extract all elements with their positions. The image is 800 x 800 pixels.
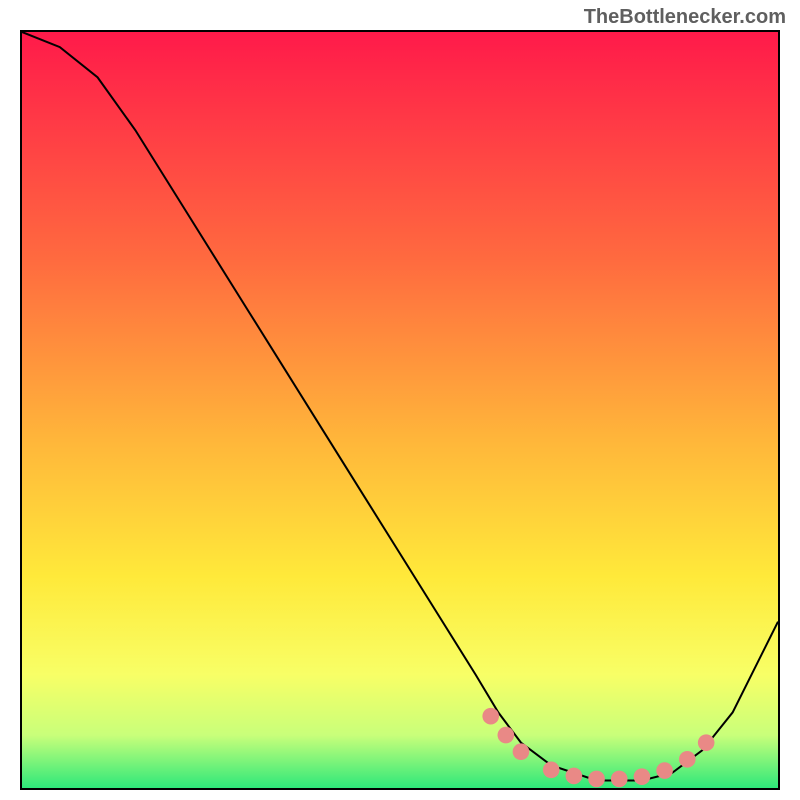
highlight-marker — [566, 768, 583, 785]
bottleneck-curve-line — [22, 32, 778, 780]
highlight-marker — [656, 762, 673, 779]
highlight-marker — [698, 734, 715, 751]
highlight-marker — [498, 727, 515, 744]
highlight-marker — [679, 751, 696, 768]
highlight-marker — [634, 768, 651, 785]
highlight-marker — [482, 708, 499, 725]
highlight-marker — [513, 743, 530, 760]
highlight-marker — [543, 762, 560, 779]
plot-frame — [20, 30, 780, 790]
highlight-marker — [611, 771, 628, 788]
highlight-marker — [588, 771, 605, 788]
watermark-text: TheBottlenecker.com — [584, 6, 786, 29]
chart-svg — [22, 32, 778, 788]
